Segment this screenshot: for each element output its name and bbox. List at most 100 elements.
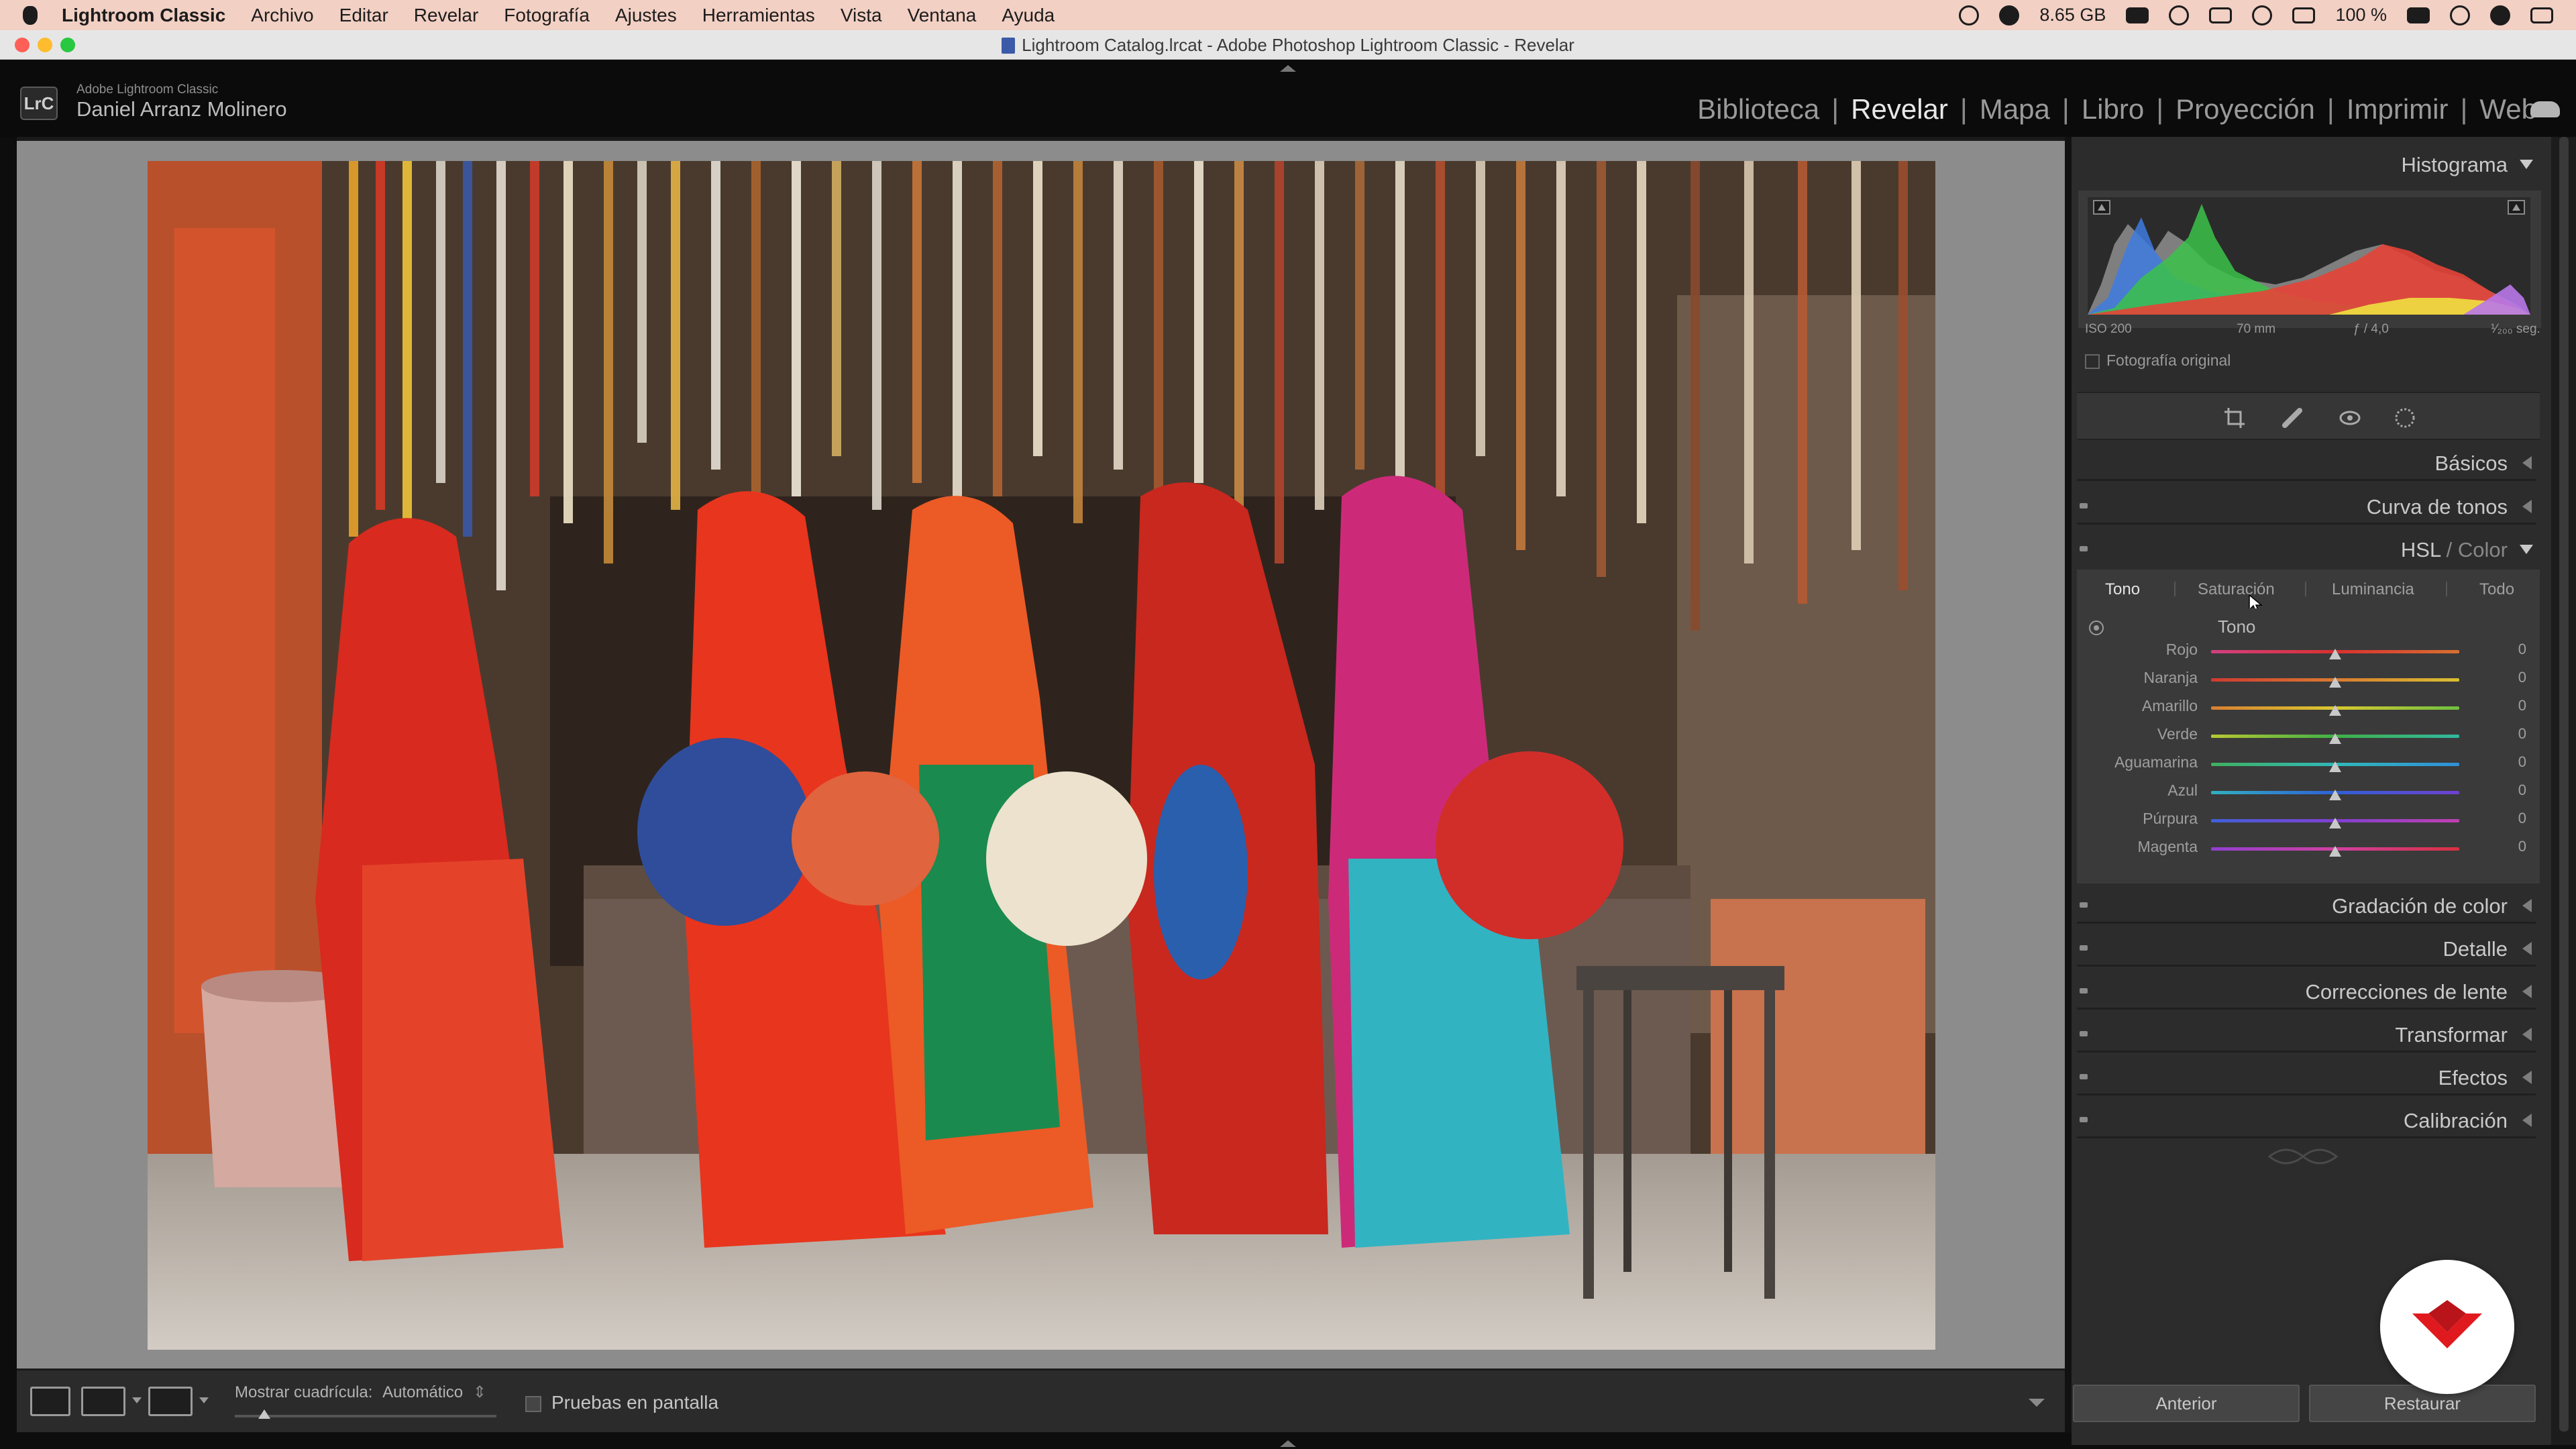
toolbar-content-chevron-icon[interactable] — [2029, 1399, 2045, 1407]
show-filmstrip-arrow-icon[interactable] — [1280, 1440, 1296, 1447]
menu-editar[interactable]: Editar — [339, 5, 388, 26]
transform-panel-header[interactable]: Transformar — [2072, 1014, 2541, 1053]
module-proyeccion[interactable]: Proyección — [2176, 93, 2315, 125]
slider-rojo[interactable]: Rojo 0 — [2077, 637, 2540, 665]
webcam-icon[interactable] — [2169, 5, 2190, 25]
hsl-color-panel-header[interactable]: HSL / Color — [2072, 529, 2541, 568]
slider-knob[interactable] — [2329, 818, 2341, 828]
creative-cloud-icon[interactable] — [1959, 5, 1980, 25]
soft-proofing-label[interactable]: Pruebas en pantalla — [551, 1392, 718, 1413]
tone-curve-panel-header[interactable]: Curva de tonos — [2072, 486, 2541, 525]
control-center-icon[interactable] — [2530, 7, 2553, 23]
color-grading-panel-header[interactable]: Gradación de color — [2072, 885, 2541, 924]
healing-brush-icon[interactable] — [2281, 407, 2304, 429]
slider-value[interactable]: 0 — [2518, 838, 2526, 855]
panel-switch-icon[interactable] — [2080, 1031, 2088, 1036]
slider-knob[interactable] — [2329, 790, 2341, 800]
panel-switch-icon[interactable] — [2080, 988, 2088, 994]
airplay-icon[interactable] — [2209, 7, 2233, 23]
calibration-panel-header[interactable]: Calibración — [2072, 1099, 2541, 1138]
panel-switch-icon[interactable] — [2080, 546, 2088, 551]
slider-aguamarina[interactable]: Aguamarina 0 — [2077, 749, 2540, 777]
slider-value[interactable]: 0 — [2518, 782, 2526, 799]
battery-icon[interactable] — [2407, 7, 2430, 23]
module-libro[interactable]: Libro — [2082, 93, 2144, 125]
before-after-dropdown-icon[interactable] — [132, 1397, 142, 1403]
original-photo-label[interactable]: Fotografía original — [2106, 352, 2231, 370]
tab-tono[interactable]: Tono — [2105, 580, 2140, 599]
apple-menu-icon[interactable] — [23, 5, 38, 25]
slider-knob[interactable] — [2329, 733, 2341, 744]
histogram-panel-header[interactable]: Histograma — [2072, 144, 2541, 182]
slider-value[interactable]: 0 — [2518, 669, 2526, 686]
original-photo-checkbox[interactable] — [2085, 354, 2100, 369]
cloud-sync-icon[interactable] — [2530, 101, 2560, 117]
slider-amarillo[interactable]: Amarillo 0 — [2077, 693, 2540, 721]
slider-naranja[interactable]: Naranja 0 — [2077, 665, 2540, 693]
masking-icon[interactable] — [2394, 407, 2416, 429]
soft-proofing-checkbox[interactable] — [525, 1396, 541, 1412]
menu-revelar[interactable]: Revelar — [414, 5, 478, 26]
copy-settings-dropdown-icon[interactable] — [199, 1397, 209, 1403]
shadow-clipping-button[interactable] — [2093, 200, 2110, 215]
collapse-top-panel-arrow-icon[interactable] — [1280, 65, 1296, 72]
menu-vista[interactable]: Vista — [841, 5, 882, 26]
scrollbar-thumb[interactable] — [2559, 137, 2569, 1432]
basic-panel-header[interactable]: Básicos — [2072, 442, 2541, 481]
panel-switch-icon[interactable] — [2080, 1117, 2088, 1122]
detail-panel-header[interactable]: Detalle — [2072, 928, 2541, 967]
menu-ajustes[interactable]: Ajustes — [615, 5, 677, 26]
menu-archivo[interactable]: Archivo — [251, 5, 313, 26]
targeted-adjustment-icon[interactable] — [2089, 621, 2104, 635]
slider-value[interactable]: 0 — [2518, 725, 2526, 743]
panel-switch-icon[interactable] — [2080, 503, 2088, 508]
slider-value[interactable]: 0 — [2518, 810, 2526, 827]
memory-usage[interactable]: 8.65 GB — [2039, 5, 2106, 25]
lens-corrections-panel-header[interactable]: Correcciones de lente — [2072, 971, 2541, 1010]
slider-verde[interactable]: Verde 0 — [2077, 721, 2540, 749]
photo-preview[interactable] — [148, 161, 1935, 1350]
hsl-title[interactable]: HSL — [2401, 538, 2440, 561]
module-revelar[interactable]: Revelar — [1851, 93, 1948, 125]
module-mapa[interactable]: Mapa — [1980, 93, 2050, 125]
before-after-button[interactable] — [81, 1387, 125, 1416]
grid-stepper-icon[interactable]: ⇕ — [473, 1383, 486, 1401]
panel-switch-icon[interactable] — [2080, 945, 2088, 951]
before-after-copy-button[interactable] — [148, 1387, 193, 1416]
grid-value[interactable]: Automático — [382, 1383, 463, 1401]
slider-knob[interactable] — [2329, 677, 2341, 688]
slider-knob[interactable] — [2329, 705, 2341, 716]
grid-size-slider[interactable] — [235, 1415, 496, 1417]
crop-icon[interactable] — [2223, 407, 2246, 429]
volume-icon[interactable] — [2292, 7, 2316, 23]
user-avatar-icon[interactable] — [2490, 5, 2510, 25]
slider-value[interactable]: 0 — [2518, 641, 2526, 658]
battery-percent[interactable]: 100 % — [2335, 5, 2387, 25]
tab-luminancia[interactable]: Luminancia — [2332, 580, 2414, 599]
slider-magenta[interactable]: Magenta 0 — [2077, 834, 2540, 862]
highlight-clipping-button[interactable] — [2508, 200, 2525, 215]
module-biblioteca[interactable]: Biblioteca — [1697, 93, 1819, 125]
grid-overlay-control[interactable]: Mostrar cuadrícula: Automático ⇕ — [235, 1383, 486, 1402]
menu-ventana[interactable]: Ventana — [908, 5, 977, 26]
tab-saturacion[interactable]: Saturación — [2198, 580, 2275, 599]
slider-knob[interactable] — [2329, 649, 2341, 659]
loupe-view-button[interactable] — [30, 1387, 70, 1416]
panel-switch-icon[interactable] — [2080, 902, 2088, 908]
tab-todo[interactable]: Todo — [2479, 580, 2514, 599]
module-imprimir[interactable]: Imprimir — [2347, 93, 2449, 125]
left-panel-edge[interactable] — [0, 137, 17, 1445]
spotlight-search-icon[interactable] — [2450, 5, 2470, 25]
right-panel-edge[interactable] — [2065, 137, 2072, 1445]
display-icon[interactable] — [2126, 7, 2149, 23]
slider-purpura[interactable]: Púrpura 0 — [2077, 806, 2540, 834]
menu-app-name[interactable]: Lightroom Classic — [62, 5, 225, 26]
slider-knob[interactable] — [2329, 761, 2341, 772]
image-canvas[interactable] — [17, 141, 2065, 1368]
histogram[interactable] — [2078, 191, 2541, 328]
menu-ayuda[interactable]: Ayuda — [1002, 5, 1055, 26]
previous-button[interactable]: Anterior — [2073, 1385, 2300, 1422]
effects-panel-header[interactable]: Efectos — [2072, 1057, 2541, 1095]
slider-knob[interactable] — [2329, 846, 2341, 857]
red-eye-icon[interactable] — [2339, 407, 2361, 429]
